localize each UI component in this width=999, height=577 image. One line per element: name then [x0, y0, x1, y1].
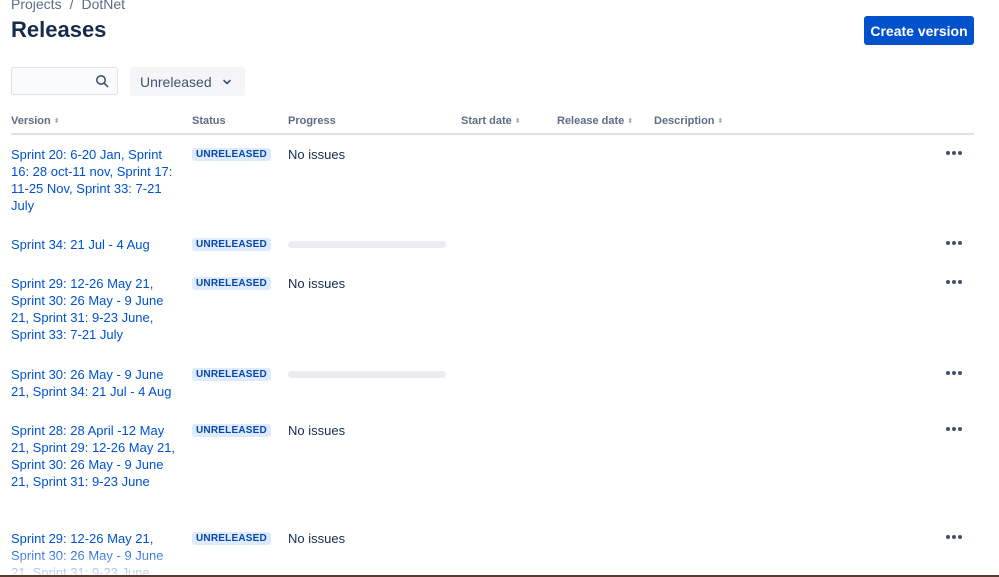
header-progress-label: Progress [288, 115, 336, 127]
sort-icon: ⬍ [717, 117, 724, 125]
version-link[interactable]: Sprint 34: 21 Jul - 4 Aug [11, 236, 181, 253]
progress-bar [288, 241, 446, 248]
more-dot [952, 371, 956, 375]
page-title: Releases [11, 17, 107, 42]
more-dot [952, 427, 956, 431]
breadcrumb-dotnet[interactable]: DotNet [81, 0, 125, 12]
status-badge: UNRELEASED [192, 238, 271, 251]
more-dot [958, 371, 962, 375]
header-release-date[interactable]: Release date ⬍ [557, 115, 633, 127]
status-badge: UNRELEASED [192, 424, 271, 437]
more-dot [952, 241, 956, 245]
version-link[interactable]: Sprint 29: 12-26 May 21, Sprint 30: 26 M… [11, 530, 181, 577]
more-dot [958, 427, 962, 431]
releases-page: Projects / DotNet Releases Create versio… [0, 0, 999, 577]
more-dot [946, 371, 950, 375]
more-dot [946, 241, 950, 245]
more-dot [946, 427, 950, 431]
progress-text: No issues [288, 147, 346, 162]
header-description-label: Description [654, 115, 715, 127]
header-start-date[interactable]: Start date ⬍ [461, 115, 521, 127]
header-status: Status [192, 115, 226, 127]
header-version-label: Version [11, 115, 51, 127]
more-dot [958, 280, 962, 284]
progress-text: No issues [288, 531, 346, 546]
more-dot [946, 280, 950, 284]
sort-icon: ⬍ [627, 117, 634, 125]
breadcrumb-separator: / [69, 0, 74, 12]
more-icon[interactable] [943, 528, 965, 546]
header-progress: Progress [288, 115, 336, 127]
more-dot [958, 241, 962, 245]
more-icon[interactable] [943, 144, 965, 162]
status-filter-label: Unreleased [140, 73, 212, 90]
sort-icon: ⬍ [53, 117, 60, 125]
search-input[interactable] [12, 68, 104, 94]
more-dot [952, 151, 956, 155]
version-link[interactable]: Sprint 20: 6-20 Jan, Sprint 16: 28 oct-1… [11, 146, 181, 214]
progress-text: No issues [288, 276, 346, 291]
version-link[interactable]: Sprint 30: 26 May - 9 June 21, Sprint 34… [11, 366, 181, 400]
more-dot [958, 151, 962, 155]
status-filter-dropdown[interactable]: Unreleased [130, 67, 245, 96]
progress-text: No issues [288, 423, 346, 438]
table-header: Version ⬍ Status Progress Start date ⬍ R… [11, 115, 974, 135]
header-version[interactable]: Version ⬍ [11, 115, 60, 127]
more-dot [946, 151, 950, 155]
header-status-label: Status [192, 115, 226, 127]
more-icon[interactable] [943, 273, 965, 291]
version-link[interactable]: Sprint 28: 28 April -12 May 21, Sprint 2… [11, 422, 181, 490]
more-icon[interactable] [943, 234, 965, 252]
more-dot [946, 535, 950, 539]
version-link[interactable]: Sprint 29: 12-26 May 21, Sprint 30: 26 M… [11, 275, 181, 343]
status-badge: UNRELEASED [192, 532, 271, 545]
breadcrumb: Projects / DotNet [11, 0, 125, 12]
search-icon[interactable] [95, 74, 109, 88]
header-start-date-label: Start date [461, 115, 512, 127]
more-icon[interactable] [943, 420, 965, 438]
sort-icon: ⬍ [514, 117, 521, 125]
header-release-date-label: Release date [557, 115, 625, 127]
more-icon[interactable] [943, 364, 965, 382]
breadcrumb-projects[interactable]: Projects [11, 0, 62, 12]
progress-bar [288, 371, 446, 378]
more-dot [952, 280, 956, 284]
status-badge: UNRELEASED [192, 368, 271, 381]
more-dot [958, 535, 962, 539]
chevron-down-icon [222, 79, 231, 84]
create-version-button[interactable]: Create version [864, 16, 974, 45]
more-dot [952, 535, 956, 539]
status-badge: UNRELEASED [192, 277, 271, 290]
header-description[interactable]: Description ⬍ [654, 115, 723, 127]
status-badge: UNRELEASED [192, 148, 271, 161]
search-box [11, 67, 118, 95]
